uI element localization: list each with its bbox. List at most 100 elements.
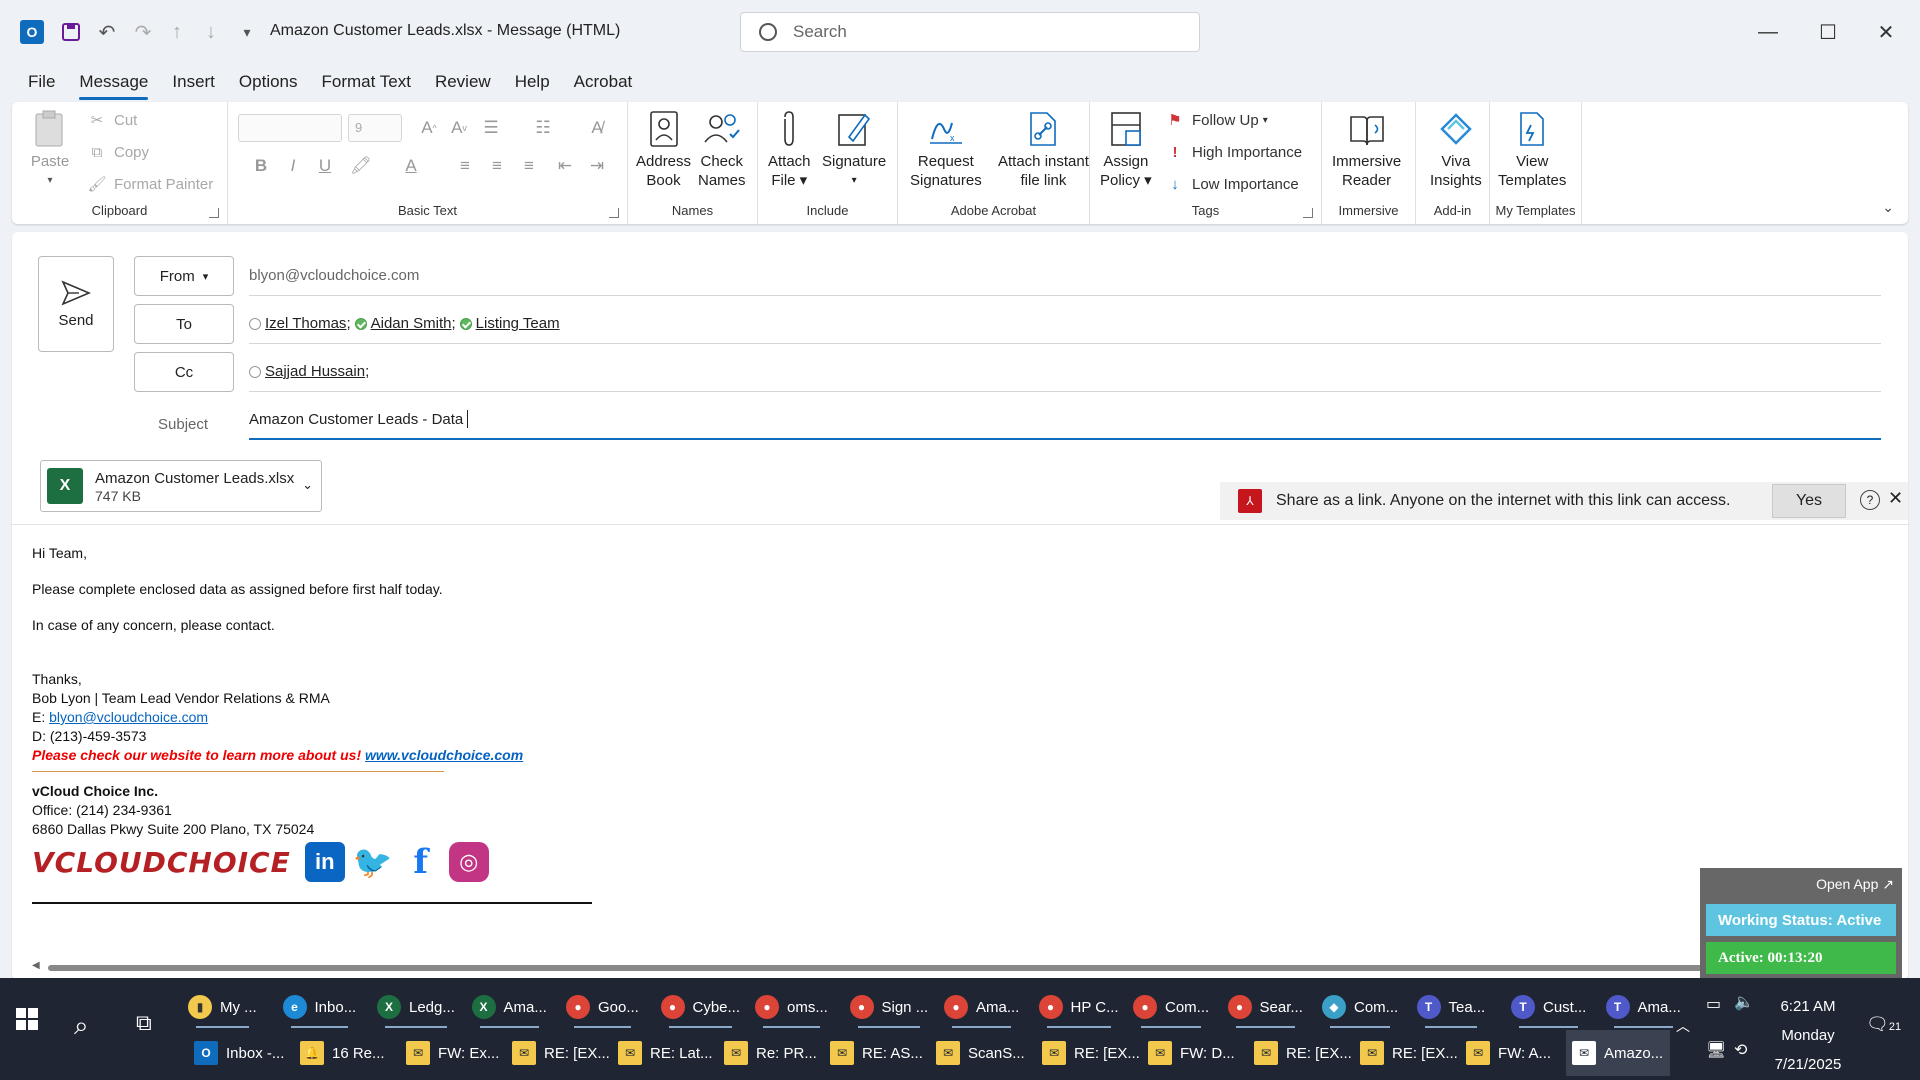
follow-up-button[interactable]: ⚑ Follow Up ▾ [1164,110,1267,130]
tab-message[interactable]: Message [79,68,148,100]
instagram-icon[interactable]: ◎ [448,842,489,882]
facebook-icon[interactable]: f [401,842,441,882]
taskbar-window-button[interactable]: ✉ FW: Ex... [400,1030,504,1076]
windows-start-icon[interactable] [16,1008,56,1048]
attachment-chip[interactable]: X Amazon Customer Leads.xlsx 747 KB ⌄ [40,460,322,512]
high-importance-button[interactable]: ! High Importance [1164,142,1303,162]
subject-input[interactable]: Amazon Customer Leads - Data [249,400,1881,440]
italic-icon[interactable]: I [280,154,306,178]
font-name-dropdown[interactable] [238,114,342,142]
close-share-icon[interactable]: ✕ [1888,488,1903,509]
taskbar-window-button[interactable]: ✉ ScanS... [930,1030,1034,1076]
maximize-button[interactable]: ☐ [1808,16,1848,48]
taskbar-window-button[interactable]: O Inbox -... [188,1030,292,1076]
recipient-chip[interactable]: Sajjad Hussain; [249,363,369,380]
attach-file-button[interactable]: Attach File ▾ [768,108,811,190]
taskbar-window-button[interactable]: ✉ Amazo... [1566,1030,1670,1076]
signature-button[interactable]: Signature ▾ [822,108,886,190]
taskbar-window-button[interactable]: ● Goo... [566,984,639,1030]
taskbar-window-button[interactable]: e Inbo... [282,984,356,1030]
taskbar-window-button[interactable]: ● Cybe... [660,984,740,1030]
to-field[interactable]: Izel Thomas; Aidan Smith; Listing Team [249,304,1881,344]
redo-icon[interactable]: ↷ [130,20,156,44]
assign-policy-button[interactable]: Assign Policy ▾ [1100,108,1152,190]
viva-insights-button[interactable]: Viva Insights [1430,108,1482,190]
taskbar-window-button[interactable]: ✉ RE: AS... [824,1030,928,1076]
volume-icon[interactable]: 🔈 [1734,992,1754,1012]
battery-icon[interactable]: ▭ [1706,994,1721,1014]
notification-center-icon[interactable]: 🗨21 [1866,1014,1901,1035]
clipboard-launcher-icon[interactable] [209,208,219,218]
underline-icon[interactable]: U [312,154,338,178]
request-signatures-button[interactable]: x Request Signatures [910,108,982,190]
send-button[interactable]: Send [38,256,114,352]
copy-button[interactable]: ⧉ Copy [86,142,149,162]
taskbar-window-button[interactable]: 🔔 16 Re... [294,1030,398,1076]
taskbar-window-button[interactable]: ✉ RE: [EX... [1036,1030,1140,1076]
to-button[interactable]: To [134,304,234,344]
cut-button[interactable]: ✂ Cut [86,110,138,130]
tab-format-text[interactable]: Format Text [322,68,411,96]
cc-button[interactable]: Cc [134,352,234,392]
tab-insert[interactable]: Insert [172,68,215,96]
taskbar-window-button[interactable]: ✉ RE: [EX... [506,1030,610,1076]
align-left-icon[interactable]: ≡ [452,154,478,178]
attach-instant-link-button[interactable]: Attach instant file link [998,108,1089,190]
basic-text-launcher-icon[interactable] [609,208,619,218]
taskbar-window-button[interactable]: ● HP C... [1038,984,1119,1030]
scrollbar-thumb[interactable] [48,965,1722,971]
clear-formatting-icon[interactable]: A̸ [584,116,610,140]
tab-options[interactable]: Options [239,68,298,96]
low-importance-button[interactable]: ↓ Low Importance [1164,174,1298,194]
scroll-left-icon[interactable]: ◀ [32,960,40,971]
task-view-icon[interactable]: ⧉ [136,1010,152,1036]
from-button[interactable]: From ▾ [134,256,234,296]
paste-button[interactable]: Paste ▾ [30,108,70,190]
taskbar-window-button[interactable]: T Cust... [1511,984,1586,1030]
from-field[interactable]: blyon@vcloudchoice.com [249,256,1881,296]
recipient-chip[interactable]: Listing Team [459,315,560,332]
recipient-chip[interactable]: Izel Thomas; [249,315,351,332]
tab-review[interactable]: Review [435,68,491,96]
view-templates-button[interactable]: View Templates [1498,108,1566,190]
taskbar-window-button[interactable]: ● oms... [755,984,828,1030]
align-center-icon[interactable]: ≡ [484,154,510,178]
taskbar-window-button[interactable]: X Ama... [471,984,547,1030]
taskbar-window-button[interactable]: ◆ Com... [1322,984,1398,1030]
horizontal-scrollbar[interactable]: ◀ [32,960,1722,972]
up-arrow-icon[interactable]: ↑ [164,20,190,44]
taskbar-window-button[interactable]: ✉ Re: PR... [718,1030,822,1076]
twitter-icon[interactable]: 🐦 [353,842,393,882]
taskbar-window-button[interactable]: ● Ama... [944,984,1019,1030]
format-painter-button[interactable]: 🖌 Format Painter [86,174,213,194]
immersive-reader-button[interactable]: Immersive Reader [1332,108,1401,190]
decrease-indent-icon[interactable]: ⇤ [552,154,578,178]
check-names-button[interactable]: Check Names [698,108,746,190]
tags-launcher-icon[interactable] [1303,208,1313,218]
taskbar-window-button[interactable]: ✉ RE: [EX... [1354,1030,1458,1076]
taskbar-window-button[interactable]: X Ledg... [377,984,455,1030]
sig-email-link[interactable]: blyon@vcloudchoice.com [49,709,208,725]
shrink-font-icon[interactable]: Av [446,116,472,140]
font-color-icon[interactable]: A [398,154,424,178]
tab-acrobat[interactable]: Acrobat [574,68,633,96]
down-arrow-icon[interactable]: ↓ [198,20,224,44]
show-hidden-icons-icon[interactable]: ︿ [1676,1016,1690,1036]
linkedin-icon[interactable]: in [304,842,345,882]
open-app-button[interactable]: Open App ↗ [1816,876,1894,893]
search-icon[interactable]: ⌕ [74,1010,89,1042]
attachment-dropdown-icon[interactable]: ⌄ [302,477,313,493]
taskbar-window-button[interactable]: ✉ RE: Lat... [612,1030,716,1076]
help-icon[interactable]: ? [1860,490,1880,510]
increase-indent-icon[interactable]: ⇥ [584,154,610,178]
minimize-button[interactable]: — [1748,16,1788,48]
numbering-icon[interactable]: ☷ [530,116,556,140]
taskbar-window-button[interactable]: ● Com... [1133,984,1209,1030]
bullets-icon[interactable]: ☰ [478,116,504,140]
font-size-dropdown[interactable]: 9 [348,114,402,142]
share-yes-button[interactable]: Yes [1772,484,1846,518]
save-icon[interactable] [58,20,84,44]
align-right-icon[interactable]: ≡ [516,154,542,178]
system-clock[interactable]: 6:21 AM Monday 7/21/2025 [1756,992,1860,1079]
address-book-button[interactable]: Address Book [636,108,691,190]
